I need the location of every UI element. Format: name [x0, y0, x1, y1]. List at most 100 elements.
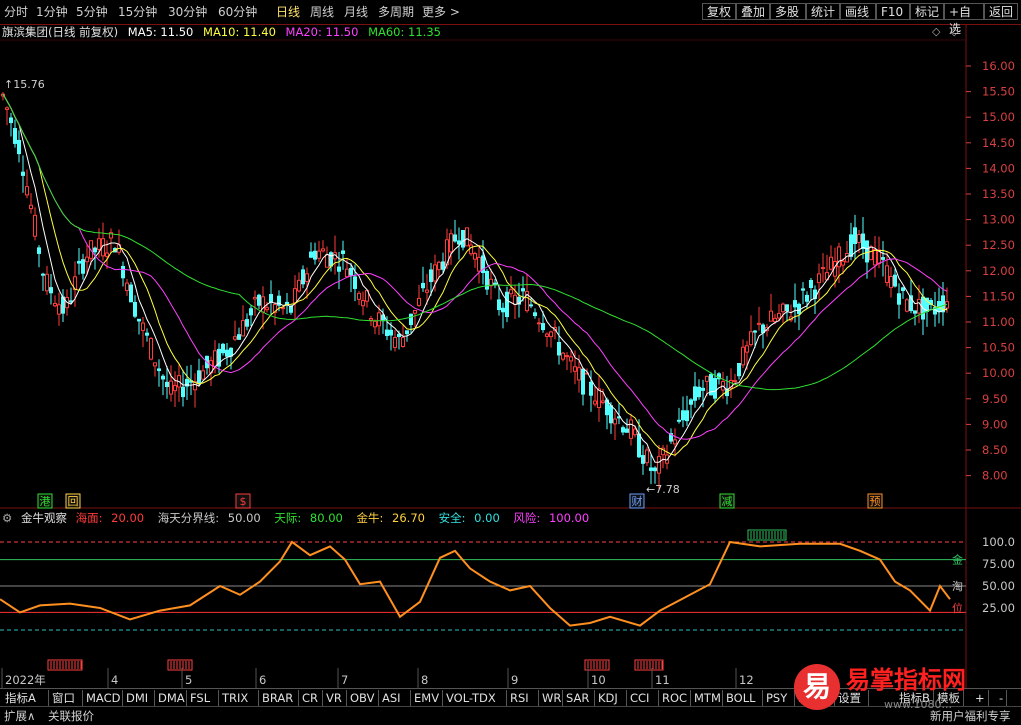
period-tab-60min[interactable]: 60分钟 — [218, 3, 257, 21]
candle-body — [865, 240, 869, 263]
candle-body — [613, 418, 617, 425]
related-quotes-button[interactable]: 关联报价 — [48, 708, 94, 724]
candle-body — [437, 261, 441, 271]
candlestick-chart[interactable]: 16.00 15.50 15.00 14.50 14.00 13.50 13.00 12.50… — [0, 24, 1021, 688]
candle-body — [57, 304, 61, 315]
overlay-button[interactable]: 叠加 — [736, 3, 770, 20]
candle-body — [573, 366, 577, 372]
back-button[interactable]: 返回 — [984, 3, 1018, 20]
indicator-tab-obv[interactable]: OBV — [347, 690, 379, 706]
candle-body — [221, 343, 225, 354]
candle-body — [577, 367, 581, 381]
indicator-tab-kdj[interactable]: KDJ — [595, 690, 627, 706]
indicator-tab-roc[interactable]: ROC — [659, 690, 691, 706]
collapse-icon[interactable]: ◇ — [950, 25, 958, 38]
candle-body — [169, 380, 173, 395]
candle-body — [749, 331, 753, 346]
candle-body — [25, 186, 29, 196]
period-tab-more[interactable]: 更多 > — [422, 3, 460, 21]
period-tab-multi[interactable]: 多周期 — [378, 3, 414, 21]
settings-gear-icon[interactable]: ⚙ — [2, 511, 12, 525]
high-price-label: ↑15.76 — [4, 78, 45, 91]
adjust-button[interactable]: 复权 — [702, 3, 736, 20]
indicator-tab-fsl[interactable]: FSL — [187, 690, 219, 706]
indicator-tab-cci[interactable]: CCI — [627, 690, 659, 706]
indicator-tab-emv[interactable]: EMV — [411, 690, 443, 706]
expand-button[interactable]: 扩展∧ — [4, 708, 35, 724]
indicator-tab-dmi[interactable]: DMI — [123, 690, 155, 706]
diamond-icon[interactable]: ◇ — [932, 25, 940, 38]
period-tab-5min[interactable]: 5分钟 — [76, 3, 108, 21]
multi-stock-button[interactable]: 多股 — [770, 3, 806, 20]
param-label: 海面: — [75, 511, 103, 525]
period-tab-fenshi[interactable]: 分时 — [4, 3, 28, 21]
indicator-tab-rsi[interactable]: RSI — [507, 690, 539, 706]
candle-body — [149, 338, 153, 360]
month-label: 10 — [591, 673, 606, 687]
candle-body — [893, 274, 897, 287]
candle-body — [233, 336, 237, 340]
candle-body — [413, 309, 417, 314]
f10-button[interactable]: F10 — [876, 3, 910, 20]
indicator-tab-mtm[interactable]: MTM — [691, 690, 723, 706]
period-tab-daily[interactable]: 日线 — [276, 3, 300, 21]
candle-body — [297, 279, 301, 292]
candle-body — [121, 265, 125, 279]
indicator-tab-macd[interactable]: MACD — [83, 690, 123, 706]
candle-body — [521, 288, 525, 292]
indicator-tab-boll[interactable]: BOLL — [723, 690, 763, 706]
param-divide: 海天分界线: 50.00 — [158, 511, 266, 525]
ma10-line — [2, 93, 948, 456]
candle-body — [901, 287, 905, 292]
event-marker: 财 — [632, 494, 643, 508]
candle-body — [269, 294, 273, 303]
indicator-tab-sar[interactable]: SAR — [563, 690, 595, 706]
event-marker: 港 — [40, 495, 51, 508]
candle-body — [385, 329, 389, 337]
candle-body — [249, 308, 253, 316]
indicator-tab-指标a[interactable]: 指标A — [2, 690, 49, 706]
indicator-tab-vr[interactable]: VR — [323, 690, 347, 706]
candle-body — [821, 267, 825, 270]
candle-body — [461, 229, 465, 248]
candle-body — [357, 292, 361, 300]
param-value: 20.00 — [111, 511, 145, 525]
stats-button[interactable]: 统计 — [806, 3, 840, 20]
candle-body — [41, 273, 45, 276]
candle-body — [349, 267, 353, 276]
candle-body — [689, 399, 693, 405]
candle-body — [597, 388, 601, 409]
indicator-tab-brar[interactable]: BRAR — [259, 690, 299, 706]
indicator-tab-trix[interactable]: TRIX — [219, 690, 259, 706]
indicator-tab-asi[interactable]: ASI — [379, 690, 411, 706]
candle-body — [785, 304, 789, 312]
indicator-tab-dma[interactable]: DMA — [155, 690, 187, 706]
month-label: 2022年 — [5, 673, 46, 687]
draw-button[interactable]: 画线 — [840, 3, 876, 20]
period-tab-30min[interactable]: 30分钟 — [168, 3, 207, 21]
candle-body — [433, 264, 437, 282]
period-tab-1min[interactable]: 1分钟 — [36, 3, 68, 21]
period-tab-monthly[interactable]: 月线 — [344, 3, 368, 21]
indicator-tab-vol-tdx[interactable]: VOL-TDX — [443, 690, 507, 706]
add-watchlist-button[interactable]: +自选 — [944, 3, 984, 36]
candle-body — [141, 322, 145, 331]
candle-body — [801, 288, 805, 291]
candle-body — [805, 294, 809, 302]
candle-body — [401, 337, 405, 347]
period-tab-weekly[interactable]: 周线 — [310, 3, 334, 21]
param-label: 天际: — [274, 511, 302, 525]
param-label: 风险: — [513, 511, 541, 525]
price-axis-label: 8.00 — [982, 469, 1008, 483]
candle-body — [673, 439, 677, 445]
mark-button[interactable]: 标记 — [910, 3, 944, 20]
period-tab-15min[interactable]: 15分钟 — [118, 3, 157, 21]
indicator-tab-cr[interactable]: CR — [299, 690, 323, 706]
price-axis-label: 12.50 — [982, 238, 1015, 252]
candle-body — [257, 294, 261, 306]
indicator-tab-窗口[interactable]: 窗口 — [49, 690, 83, 706]
candle-body — [677, 419, 681, 422]
candle-body — [85, 256, 89, 263]
indicator-axis-label: 50.00 — [982, 579, 1015, 593]
indicator-tab-wr[interactable]: WR — [539, 690, 563, 706]
